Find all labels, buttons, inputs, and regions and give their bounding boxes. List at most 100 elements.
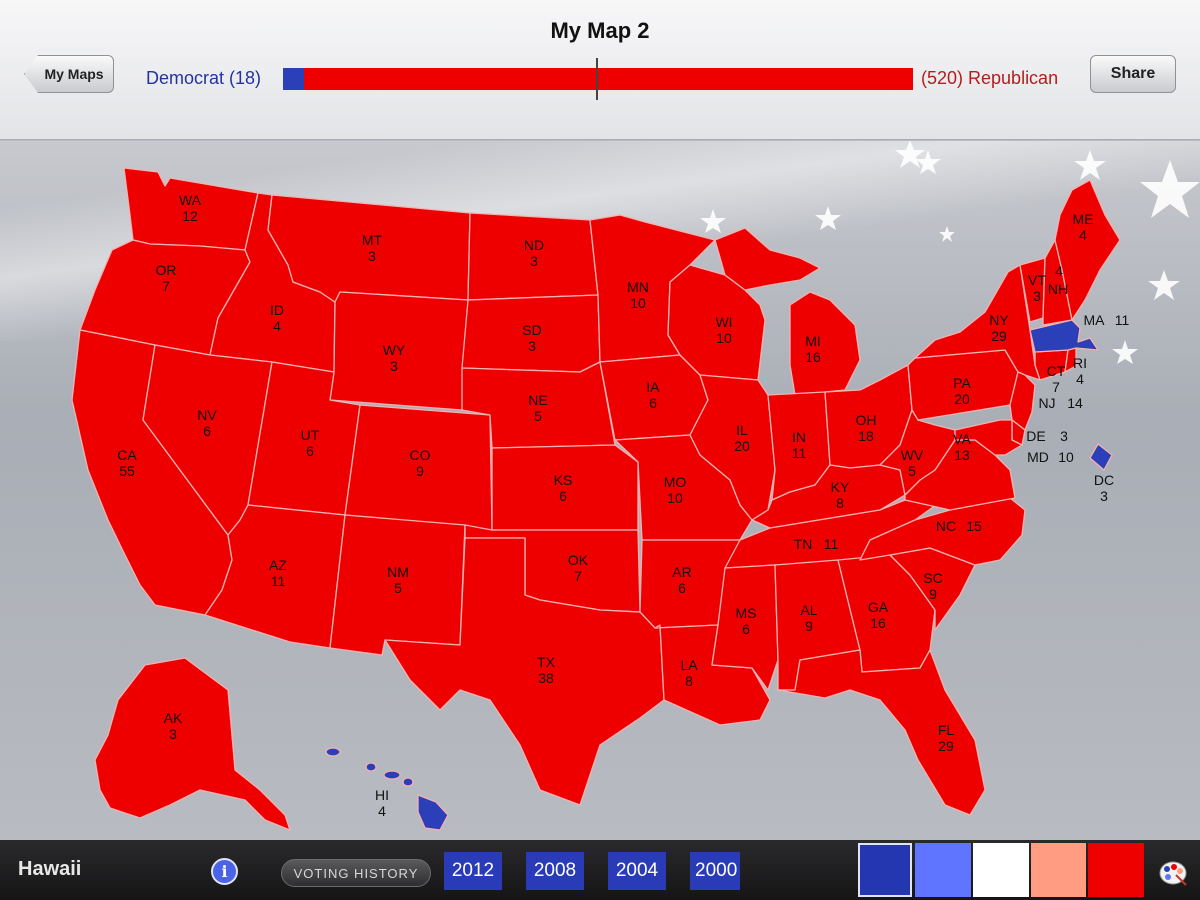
state-votes-mi: 16 — [805, 349, 821, 365]
electoral-vote-bar — [283, 58, 913, 100]
state-label-or: OR — [156, 262, 177, 278]
state-label-ma: MA — [1084, 312, 1106, 328]
state-votes-ok: 7 — [574, 568, 582, 584]
state-label-va: VA — [953, 431, 971, 447]
majority-marker — [596, 58, 598, 100]
year-2000-button[interactable]: 2000 — [690, 852, 740, 890]
state-votes-pa: 20 — [954, 391, 970, 407]
state-label-id: ID — [270, 302, 284, 318]
democrat-bar-fill — [283, 68, 305, 90]
state-label-ga: GA — [868, 599, 889, 615]
state-votes-ut: 6 — [306, 443, 314, 459]
year-2012-button[interactable]: 2012 — [444, 852, 502, 890]
state-label-nv: NV — [197, 407, 217, 423]
state-votes-ms: 6 — [742, 621, 750, 637]
state-label-ia: IA — [646, 379, 660, 395]
state-label-ak: AK — [164, 710, 183, 726]
state-label-ca: CA — [117, 447, 137, 463]
state-MI[interactable] — [789, 291, 861, 396]
state-label-fl: FL — [938, 722, 955, 738]
state-votes-wi: 10 — [716, 330, 732, 346]
info-icon[interactable]: i — [211, 858, 238, 885]
state-votes-tn: 11 — [824, 536, 839, 552]
state-label-ky: KY — [831, 479, 850, 495]
state-votes-ny: 29 — [991, 328, 1007, 344]
state-label-la: LA — [680, 657, 698, 673]
state-votes-tx: 38 — [538, 670, 554, 686]
state-label-ks: KS — [554, 472, 573, 488]
color-swatch-undecided[interactable] — [973, 843, 1029, 897]
state-votes-or: 7 — [162, 278, 170, 294]
state-label-dc: DC — [1094, 472, 1114, 488]
state-votes-mo: 10 — [667, 490, 683, 506]
state-label-ms: MS — [736, 605, 757, 621]
state-votes-sc: 9 — [929, 586, 937, 602]
state-label-al: AL — [800, 602, 817, 618]
state-label-sc: SC — [923, 570, 942, 586]
state-label-ne: NE — [528, 392, 547, 408]
state-votes-az: 11 — [271, 573, 286, 589]
state-votes-la: 8 — [685, 673, 693, 689]
democrat-total-label: Democrat (18) — [146, 68, 262, 88]
state-votes-wa: 12 — [182, 208, 198, 224]
color-swatch-strong-democrat[interactable] — [858, 843, 912, 897]
state-label-mi: MI — [805, 333, 821, 349]
my-maps-back-button[interactable]: My Maps — [24, 55, 114, 93]
state-label-ny: NY — [989, 312, 1009, 328]
state-label-sd: SD — [522, 322, 541, 338]
state-votes-ak: 3 — [169, 726, 177, 742]
us-map: WA12OR7CA55ID4NV6MT3WY3UT6AZ11CO9NM5ND3S… — [71, 141, 1200, 831]
state-votes-ma: 11 — [1115, 312, 1130, 328]
republican-total-label: (520) Republican — [921, 68, 1059, 88]
year-2004-button[interactable]: 2004 — [608, 852, 666, 890]
state-votes-ne: 5 — [534, 408, 542, 424]
state-label-nj: NJ — [1038, 395, 1055, 411]
state-votes-sd: 3 — [528, 338, 536, 354]
state-votes-nd: 3 — [530, 253, 538, 269]
state-label-nm: NM — [387, 564, 409, 580]
palette-icon[interactable] — [1158, 857, 1188, 887]
state-votes-mt: 3 — [368, 248, 376, 264]
state-votes-wy: 3 — [390, 358, 398, 374]
state-label-me: ME — [1073, 211, 1094, 227]
state-votes-oh: 18 — [858, 428, 874, 444]
state-votes-wv: 5 — [908, 463, 916, 479]
state-label-nc: NC — [936, 518, 956, 534]
state-votes-hi: 4 — [378, 803, 386, 819]
share-button[interactable]: Share — [1090, 55, 1176, 93]
state-label-ut: UT — [301, 427, 320, 443]
state-label-md: MD — [1027, 449, 1049, 465]
state-votes-ga: 16 — [870, 615, 886, 631]
map-area: WA 12 OR 7 CA 55 ID 4 NV 6 MT 3 WY 3 UT 6 AZ 11 CO 9 NM 5 ND 3 S… — [0, 141, 1200, 840]
color-swatch-lean-republican[interactable] — [1031, 843, 1086, 897]
year-2008-button[interactable]: 2008 — [526, 852, 584, 890]
state-label-oh: OH — [856, 412, 877, 428]
state-AK[interactable] — [94, 657, 291, 831]
state-votes-id: 4 — [273, 318, 281, 334]
color-swatch-lean-democrat[interactable] — [915, 843, 971, 897]
top-toolbar: My Map 2 My Maps Democrat (18) (520) Rep… — [0, 0, 1200, 140]
state-label-az: AZ — [269, 557, 287, 573]
state-label-il: IL — [736, 422, 748, 438]
state-votes-ca: 55 — [119, 463, 135, 479]
state-votes-il: 20 — [734, 438, 750, 454]
state-label-ar: AR — [672, 564, 691, 580]
state-votes-mn: 10 — [630, 295, 646, 311]
state-votes-nm: 5 — [394, 580, 402, 596]
voting-history-button[interactable]: VOTING HISTORY — [281, 859, 431, 887]
color-swatch-strong-republican[interactable] — [1088, 843, 1144, 897]
state-votes-ia: 6 — [649, 395, 657, 411]
state-label-ok: OK — [568, 552, 589, 568]
state-votes-vt: 3 — [1033, 288, 1041, 304]
state-label-wv: WV — [901, 447, 924, 463]
state-votes-fl: 29 — [938, 738, 954, 754]
state-label-tn: TN — [794, 536, 813, 552]
state-votes-ri: 4 — [1076, 371, 1084, 387]
state-votes-nv: 6 — [203, 423, 211, 439]
state-label-wa: WA — [179, 192, 202, 208]
state-label-hi: HI — [375, 787, 389, 803]
state-label-vt: VT — [1028, 272, 1046, 288]
state-DC[interactable] — [1089, 443, 1113, 471]
state-label-wy: WY — [383, 342, 406, 358]
state-label-pa: PA — [953, 375, 971, 391]
